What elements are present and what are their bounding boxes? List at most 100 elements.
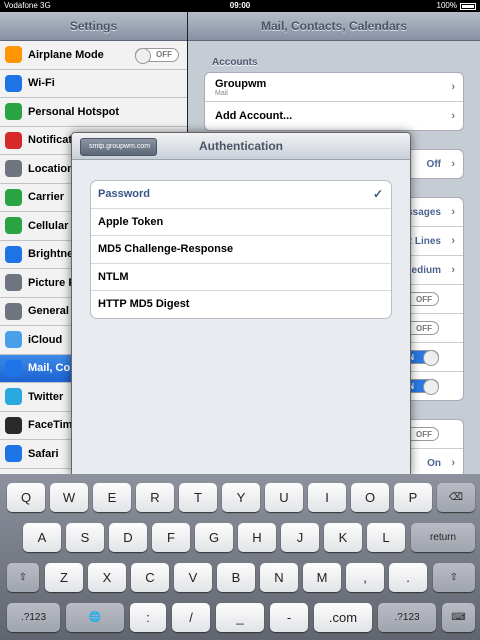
key-underscore[interactable]: _	[216, 603, 264, 632]
key-p[interactable]: P	[394, 483, 432, 512]
compass-icon	[5, 445, 22, 463]
auth-option[interactable]: Password ✓	[91, 181, 391, 209]
key-m[interactable]: M	[303, 563, 341, 592]
sidebar-item-label: Mail, Co	[28, 362, 71, 375]
sidebar-item-label: Brightne	[28, 248, 74, 261]
key-s[interactable]: S	[66, 523, 104, 552]
key-o[interactable]: O	[351, 483, 389, 512]
checkmark-icon: ✓	[372, 187, 383, 202]
battery-indicator: 100%	[437, 0, 476, 12]
key-hyphen[interactable]: -	[270, 603, 308, 632]
location-icon	[5, 160, 22, 178]
account-name: Groupwm	[215, 77, 267, 90]
sidebar-item-label: FaceTim	[28, 419, 73, 432]
facetime-icon	[5, 416, 22, 434]
key-n[interactable]: N	[260, 563, 298, 592]
key-i[interactable]: I	[308, 483, 346, 512]
cloud-icon	[5, 331, 22, 349]
fetch-value: Off	[426, 158, 441, 170]
sidebar-item-label: Notificati	[28, 134, 76, 147]
key-b[interactable]: B	[217, 563, 255, 592]
gear-icon	[5, 302, 22, 320]
key-l[interactable]: L	[367, 523, 405, 552]
sidebar-item-label: Twitter	[28, 390, 64, 403]
chevron-right-icon: ›	[451, 81, 455, 93]
key-comma[interactable]: ,	[346, 563, 384, 592]
cellular-icon	[5, 217, 22, 235]
key-g[interactable]: G	[195, 523, 233, 552]
numbers-key-right[interactable]: .?123	[378, 603, 436, 632]
key-e[interactable]: E	[93, 483, 131, 512]
add-account-row[interactable]: Add Account... ›	[205, 102, 463, 130]
key-c[interactable]: C	[131, 563, 169, 592]
auth-option-label: HTTP MD5 Digest	[98, 298, 190, 311]
add-account-label: Add Account...	[215, 110, 293, 122]
sidebar-item[interactable]: Airplane Mode OFF	[0, 41, 187, 70]
sidebar-item-label: Picture F	[28, 276, 76, 289]
chevron-right-icon: ›	[451, 457, 455, 469]
key-a[interactable]: A	[23, 523, 61, 552]
key-slash[interactable]: /	[172, 603, 210, 632]
mail-settings-title: Mail, Contacts, Calendars	[188, 12, 480, 41]
sidebar-item-label: iCloud	[28, 333, 63, 346]
account-subtitle: Mail	[215, 89, 228, 97]
key-j[interactable]: J	[281, 523, 319, 552]
chevron-right-icon: ›	[451, 235, 455, 247]
popover-navbar: smtp.groupwm.com Authentication	[72, 133, 410, 160]
key-f[interactable]: F	[152, 523, 190, 552]
airplane-mode-toggle[interactable]: OFF	[135, 47, 179, 64]
key-period[interactable]: .	[389, 563, 427, 592]
chevron-right-icon: ›	[451, 158, 455, 170]
key-t[interactable]: T	[179, 483, 217, 512]
sidebar-item-label: Cellular	[28, 219, 69, 232]
account-row-groupwm[interactable]: Groupwm Mail ›	[205, 73, 463, 102]
key-colon[interactable]: :	[130, 603, 166, 632]
auth-option[interactable]: Apple Token	[91, 209, 391, 236]
chevron-right-icon: ›	[451, 264, 455, 276]
twitter-icon	[5, 388, 22, 406]
key-z[interactable]: Z	[45, 563, 83, 592]
accounts-group: Groupwm Mail › Add Account... ›	[204, 72, 464, 131]
return-key[interactable]: return	[411, 523, 475, 552]
battery-percent: 100%	[436, 1, 457, 10]
sidebar-item-label: Safari	[28, 447, 59, 460]
auth-option[interactable]: MD5 Challenge-Response	[91, 236, 391, 264]
sidebar-item[interactable]: Wi-Fi	[0, 69, 187, 98]
key-r[interactable]: R	[136, 483, 174, 512]
key-h[interactable]: H	[238, 523, 276, 552]
auth-option-label: MD5 Challenge-Response	[98, 243, 234, 256]
mail-icon	[5, 359, 22, 377]
hotspot-icon	[5, 103, 22, 121]
sidebar-item[interactable]: Personal Hotspot	[0, 98, 187, 127]
key-q[interactable]: Q	[7, 483, 45, 512]
globe-key[interactable]: 🌐	[66, 603, 124, 632]
brightness-icon	[5, 245, 22, 263]
key-x[interactable]: X	[88, 563, 126, 592]
auth-option-label: Apple Token	[98, 215, 164, 228]
sidebar-item-label: Wi-Fi	[28, 77, 55, 90]
key-d[interactable]: D	[109, 523, 147, 552]
phone-icon	[5, 188, 22, 206]
hide-keyboard-key[interactable]: ⌨	[442, 603, 475, 632]
sidebar-item-label: Location	[28, 162, 74, 175]
key-u[interactable]: U	[265, 483, 303, 512]
option-value: ssages	[407, 206, 441, 218]
key-w[interactable]: W	[50, 483, 88, 512]
auth-option[interactable]: HTTP MD5 Digest	[91, 291, 391, 318]
sidebar-item-label: General	[28, 305, 69, 318]
status-bar: Vodafone 3G 09:00 100%	[0, 0, 480, 12]
shift-key-right[interactable]: ⇧	[433, 563, 475, 592]
auth-option-label: Password	[98, 188, 150, 201]
key-v[interactable]: V	[174, 563, 212, 592]
key-k[interactable]: K	[324, 523, 362, 552]
accounts-header: Accounts	[212, 57, 258, 68]
dotcom-key[interactable]: .com	[314, 603, 372, 632]
sidebar-item-label: Personal Hotspot	[28, 105, 120, 118]
picture-frame-icon	[5, 274, 22, 292]
shift-key[interactable]: ⇧	[7, 563, 39, 592]
chevron-right-icon: ›	[451, 206, 455, 218]
key-y[interactable]: Y	[222, 483, 260, 512]
numbers-key-left[interactable]: .?123	[7, 603, 60, 632]
backspace-key[interactable]: ⌫	[437, 483, 475, 512]
auth-option[interactable]: NTLM	[91, 264, 391, 291]
